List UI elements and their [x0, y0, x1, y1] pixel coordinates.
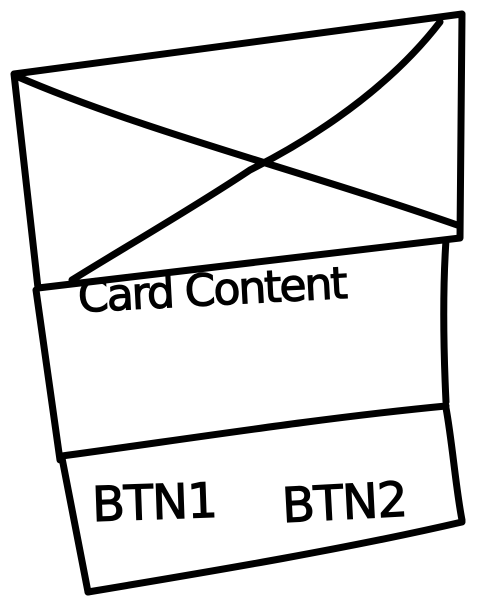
card-wireframe: Card Content BTN1 BTN2: [0, 0, 479, 606]
image-placeholder: [10, 10, 466, 292]
btn1-button[interactable]: BTN1: [90, 472, 218, 534]
btn2-button[interactable]: BTN2: [280, 471, 409, 535]
